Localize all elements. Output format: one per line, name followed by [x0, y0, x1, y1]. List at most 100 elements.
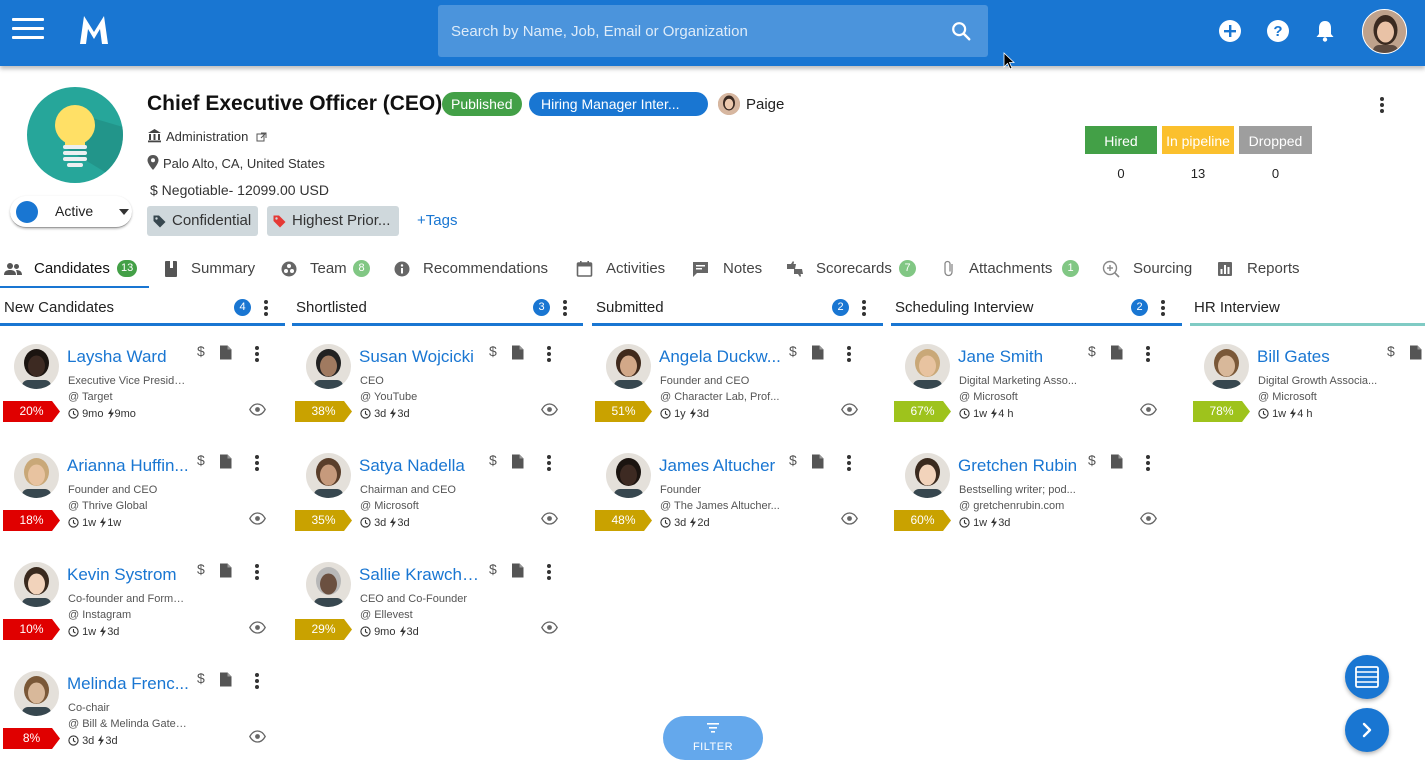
- stat-dropped[interactable]: Dropped: [1239, 126, 1312, 154]
- app-logo[interactable]: [78, 12, 110, 48]
- dollar-icon[interactable]: $: [197, 343, 205, 359]
- candidate-name-link[interactable]: James Altucher: [659, 456, 785, 476]
- open-in-new-icon[interactable]: [256, 132, 267, 143]
- candidate-name-link[interactable]: Sallie Krawche...: [359, 565, 485, 585]
- candidate-name-link[interactable]: Gretchen Rubin: [958, 456, 1084, 476]
- eye-icon[interactable]: [249, 403, 266, 416]
- eye-icon[interactable]: [1140, 403, 1157, 416]
- dollar-icon[interactable]: $: [489, 343, 497, 359]
- more-vert-icon[interactable]: [545, 344, 553, 364]
- candidate-card[interactable]: Susan Wojcicki CEO @ YouTube 38% 3d 3d $: [292, 334, 579, 434]
- candidate-name-link[interactable]: Kevin Systrom: [67, 565, 193, 585]
- more-vert-icon[interactable]: [1159, 298, 1167, 318]
- search-input[interactable]: [438, 5, 938, 57]
- candidate-card[interactable]: Jane Smith Digital Marketing Asso... @ Mic…: [891, 334, 1178, 434]
- job-status-select[interactable]: Active: [10, 196, 132, 228]
- dollar-icon[interactable]: $: [1387, 343, 1395, 359]
- more-vert-icon[interactable]: [845, 344, 853, 364]
- candidate-name-link[interactable]: Laysha Ward: [67, 347, 193, 367]
- document-icon[interactable]: [511, 454, 524, 469]
- stat-in-pipeline[interactable]: In pipeline: [1162, 126, 1234, 154]
- dollar-icon[interactable]: $: [489, 561, 497, 577]
- notifications-bell-icon[interactable]: [1313, 19, 1337, 43]
- candidate-name-link[interactable]: Melinda Frenc...: [67, 674, 193, 694]
- published-badge[interactable]: Published: [442, 92, 522, 116]
- more-vert-icon[interactable]: [253, 344, 261, 364]
- document-icon[interactable]: [219, 454, 232, 469]
- candidate-avatar[interactable]: [14, 453, 59, 498]
- eye-icon[interactable]: [541, 403, 558, 416]
- candidate-avatar[interactable]: [306, 562, 351, 607]
- eye-icon[interactable]: [249, 512, 266, 525]
- scroll-right-button[interactable]: [1345, 708, 1389, 752]
- add-tags-link[interactable]: +Tags: [417, 212, 457, 229]
- dollar-icon[interactable]: $: [197, 670, 205, 686]
- candidate-name-link[interactable]: Jane Smith: [958, 347, 1084, 367]
- candidate-name-link[interactable]: Arianna Huffin...: [67, 456, 193, 476]
- candidate-avatar[interactable]: [306, 344, 351, 389]
- list-view-button[interactable]: [1345, 655, 1389, 699]
- more-vert-icon[interactable]: [253, 562, 261, 582]
- candidate-card[interactable]: Melinda Frenc... Co-chair @ Bill & Melinda…: [0, 661, 287, 761]
- more-vert-icon[interactable]: [545, 453, 553, 473]
- dollar-icon[interactable]: $: [197, 452, 205, 468]
- document-icon[interactable]: [511, 563, 524, 578]
- candidate-card[interactable]: Angela Duckw... Founder and CEO @ Characte…: [592, 334, 879, 434]
- search-icon[interactable]: [950, 20, 972, 42]
- document-icon[interactable]: [219, 563, 232, 578]
- dollar-icon[interactable]: $: [789, 343, 797, 359]
- dollar-icon[interactable]: $: [197, 561, 205, 577]
- dollar-icon[interactable]: $: [1088, 343, 1096, 359]
- eye-icon[interactable]: [841, 512, 858, 525]
- document-icon[interactable]: [511, 345, 524, 360]
- tag-confidential[interactable]: Confidential: [147, 206, 258, 236]
- candidate-card[interactable]: James Altucher Founder @ The James Altuche…: [592, 443, 879, 543]
- document-icon[interactable]: [219, 345, 232, 360]
- more-vert-icon[interactable]: [253, 671, 261, 691]
- more-vert-icon[interactable]: [545, 562, 553, 582]
- dollar-icon[interactable]: $: [789, 452, 797, 468]
- candidate-name-link[interactable]: Susan Wojcicki: [359, 347, 485, 367]
- eye-icon[interactable]: [541, 621, 558, 634]
- candidate-avatar[interactable]: [14, 671, 59, 716]
- candidate-card[interactable]: Satya Nadella Chairman and CEO @ Microsoft…: [292, 443, 579, 543]
- eye-icon[interactable]: [541, 512, 558, 525]
- stage-badge[interactable]: Hiring Manager Inter...: [529, 92, 708, 116]
- hamburger-menu-icon[interactable]: [12, 18, 44, 46]
- candidate-name-link[interactable]: Angela Duckw...: [659, 347, 785, 367]
- candidate-avatar[interactable]: [1204, 344, 1249, 389]
- tag-highest-priority[interactable]: Highest Prior...: [267, 206, 399, 236]
- more-vert-icon[interactable]: [1144, 453, 1152, 473]
- eye-icon[interactable]: [249, 621, 266, 634]
- more-vert-icon[interactable]: [253, 453, 261, 473]
- document-icon[interactable]: [1110, 454, 1123, 469]
- help-icon[interactable]: ?: [1266, 19, 1290, 43]
- document-icon[interactable]: [811, 454, 824, 469]
- user-avatar[interactable]: [1362, 9, 1407, 54]
- candidate-avatar[interactable]: [606, 344, 651, 389]
- document-icon[interactable]: [219, 672, 232, 687]
- candidate-avatar[interactable]: [905, 344, 950, 389]
- document-icon[interactable]: [1409, 345, 1422, 360]
- dollar-icon[interactable]: $: [489, 452, 497, 468]
- candidate-avatar[interactable]: [14, 562, 59, 607]
- candidate-card[interactable]: Laysha Ward Executive Vice Preside... @ Ta…: [0, 334, 287, 434]
- candidate-avatar[interactable]: [14, 344, 59, 389]
- candidate-card[interactable]: Kevin Systrom Co-founder and Forme... @ In…: [0, 552, 287, 652]
- eye-icon[interactable]: [841, 403, 858, 416]
- filter-button[interactable]: FILTER: [663, 716, 763, 760]
- candidate-card[interactable]: Bill Gates Digital Growth Associa... @ Mic…: [1190, 334, 1425, 434]
- add-circle-icon[interactable]: [1218, 19, 1242, 43]
- more-vert-icon[interactable]: [561, 298, 569, 318]
- candidate-avatar[interactable]: [606, 453, 651, 498]
- candidate-card[interactable]: Sallie Krawche... CEO and Co-Founder @ Ell…: [292, 552, 579, 652]
- candidate-avatar[interactable]: [306, 453, 351, 498]
- candidate-name-link[interactable]: Satya Nadella: [359, 456, 485, 476]
- candidate-avatar[interactable]: [905, 453, 950, 498]
- more-vert-icon[interactable]: [860, 298, 868, 318]
- document-icon[interactable]: [1110, 345, 1123, 360]
- document-icon[interactable]: [811, 345, 824, 360]
- more-vert-icon[interactable]: [1144, 344, 1152, 364]
- more-vert-icon[interactable]: [262, 298, 270, 318]
- eye-icon[interactable]: [1140, 512, 1157, 525]
